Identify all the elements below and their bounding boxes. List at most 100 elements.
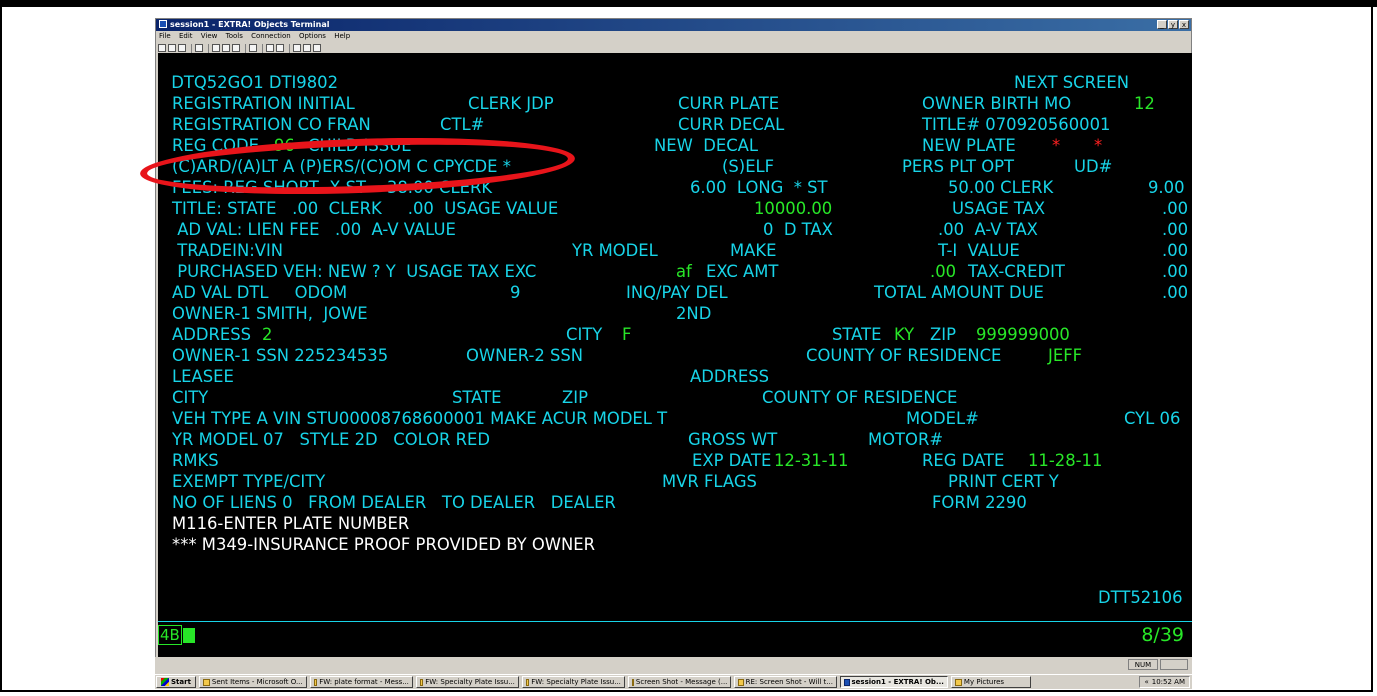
taskbar-item-label: FW: plate format - Mess... <box>319 678 409 686</box>
terminal-row: AD VAL DTL ODOM 9 INQ/PAY DEL TOTAL AMOU… <box>158 283 1192 303</box>
window-controls: _ у x <box>1157 20 1189 29</box>
start-button[interactable]: Start <box>156 676 196 688</box>
field-label: YR MODEL <box>572 241 658 260</box>
field-label: FEES: REG SHORT X ST 38.00 CLERK <box>172 178 493 197</box>
field-label: FORM 2290 <box>932 493 1027 512</box>
field-value[interactable]: 12 <box>1134 94 1155 114</box>
mail-icon <box>202 678 210 686</box>
session-indicator: 4B <box>158 625 182 645</box>
menu-help[interactable]: Help <box>334 32 350 40</box>
field-value[interactable]: F <box>622 325 631 345</box>
terminal-row: DTQ52GO1 DTI9802 NEXT SCREEN <box>158 73 1192 93</box>
field-value[interactable]: * <box>1052 136 1060 156</box>
tray-expand-icon[interactable]: « <box>1144 678 1148 686</box>
field-value[interactable]: 10000.00 <box>754 199 832 219</box>
help-icon[interactable] <box>313 44 321 52</box>
field-label: OWNER-2 SSN <box>466 346 584 365</box>
field-value[interactable]: .00 <box>1162 220 1188 240</box>
field-value[interactable]: .00 <box>1162 283 1188 303</box>
field-label: EXP DATE <box>692 451 772 470</box>
field-value[interactable]: JEFF <box>1048 346 1082 366</box>
close-button[interactable]: x <box>1179 20 1189 29</box>
taskbar-item[interactable]: My Pictures <box>950 676 1031 688</box>
field-label: EXEMPT TYPE/CITY <box>172 472 326 491</box>
mail-icon <box>737 678 744 686</box>
menu-tools[interactable]: Tools <box>226 32 243 40</box>
new-icon[interactable] <box>158 44 166 52</box>
field-label: CURR PLATE <box>678 94 780 113</box>
field-label: LEASEE <box>172 367 234 386</box>
field-value[interactable]: 12-31-11 <box>774 451 848 471</box>
terminal-row: YR MODEL 07 STYLE 2D COLOR RED GROSS WT … <box>158 430 1192 450</box>
cut-icon[interactable] <box>212 44 220 52</box>
clock[interactable]: 10:52 AM <box>1152 678 1185 686</box>
field-label: REG CODE <box>172 136 259 155</box>
field-label: CITY <box>566 325 603 344</box>
terminal-row: NO OF LIENS 0 FROM DEALER TO DEALER DEAL… <box>158 493 1192 513</box>
maximize-button[interactable]: у <box>1168 20 1178 29</box>
menu-options[interactable]: Options <box>299 32 326 40</box>
taskbar-item-active[interactable]: session1 - EXTRA! Ob... <box>839 676 948 688</box>
field-label: 2ND <box>676 304 712 323</box>
field-value[interactable]: 96 <box>274 136 295 156</box>
field-value[interactable]: .00 <box>1162 241 1188 261</box>
terminal-row: DTT52106 <box>158 588 1192 608</box>
field-label: AD VAL: LIEN FEE .00 A-V VALUE <box>172 220 456 239</box>
disconnect-icon[interactable] <box>276 44 284 52</box>
open-icon[interactable] <box>168 44 176 52</box>
field-value[interactable]: 11-28-11 <box>1028 451 1102 471</box>
menu-bar: File Edit View Tools Connection Options … <box>156 31 1191 41</box>
field-label: TRADEIN:VIN <box>172 241 284 260</box>
field-value[interactable]: .00 <box>930 262 956 282</box>
taskbar-item[interactable]: Sent Items - Microsoft O... <box>198 676 307 688</box>
menu-connection[interactable]: Connection <box>251 32 291 40</box>
toolbar-separator <box>245 43 246 53</box>
folder-icon <box>954 678 962 686</box>
field-label: (S)ELF <box>722 157 775 176</box>
field-label: 6.00 LONG * ST <box>690 178 828 197</box>
terminal-row: PURCHASED VEH: NEW ? Y USAGE TAX EXC af … <box>158 262 1192 282</box>
print-icon[interactable] <box>195 44 203 52</box>
field-value[interactable]: * <box>1094 136 1102 156</box>
field-label: AD VAL DTL ODOM <box>172 283 348 302</box>
taskbar-item[interactable]: FW: Specialty Plate Issu... <box>415 676 519 688</box>
terminal-screen[interactable]: DTQ52GO1 DTI9802 NEXT SCREEN REGISTRATIO… <box>158 53 1192 657</box>
taskbar-item[interactable]: Screen Shot - Message (... <box>627 676 731 688</box>
menu-edit[interactable]: Edit <box>179 32 193 40</box>
message-line: M116-ENTER PLATE NUMBER <box>172 514 410 533</box>
next-screen-label: NEXT SCREEN <box>1014 73 1129 92</box>
field-value[interactable]: .00 <box>1162 199 1188 219</box>
connect-icon[interactable] <box>266 44 274 52</box>
taskbar-item[interactable]: FW: Specialty Plate Issu... <box>521 676 625 688</box>
oia-divider <box>158 621 1192 622</box>
field-value[interactable]: .00 <box>1162 262 1188 282</box>
minimize-button[interactable]: _ <box>1157 20 1167 29</box>
save-icon[interactable] <box>178 44 186 52</box>
menu-file[interactable]: File <box>159 32 171 40</box>
cursor-position: 8/39 <box>1141 624 1184 646</box>
field-value[interactable]: 999999000 <box>976 325 1070 345</box>
macro-icon[interactable] <box>293 44 301 52</box>
paste-icon[interactable] <box>232 44 240 52</box>
field-label: CURR DECAL <box>678 115 785 134</box>
field-value[interactable]: 2 <box>262 325 272 345</box>
field-value[interactable]: 9.00 <box>1148 178 1185 198</box>
field-label: .00 A-V TAX <box>938 220 1038 239</box>
field-value[interactable]: KY <box>894 325 914 345</box>
taskbar-item[interactable]: RE: Screen Shot - Will t... <box>733 676 837 688</box>
taskbar-item[interactable]: FW: plate format - Mess... <box>309 676 413 688</box>
menu-view[interactable]: View <box>201 32 218 40</box>
field-label: (C)ARD/(A)LT A (P)ERS/(C)OM C CPYCDE * <box>172 157 511 176</box>
field-value[interactable]: af <box>676 262 692 282</box>
screen-code: DTT52106 <box>1098 588 1183 607</box>
field-label: PURCHASED VEH: NEW ? Y USAGE TAX EXC <box>172 262 537 281</box>
folder-icon[interactable] <box>249 44 257 52</box>
image-icon[interactable] <box>303 44 311 52</box>
field-value[interactable]: 9 <box>510 283 520 303</box>
copy-icon[interactable] <box>222 44 230 52</box>
mail-icon <box>313 678 318 686</box>
field-label: REGISTRATION CO FRAN <box>172 115 371 134</box>
field-label: NO OF LIENS 0 FROM DEALER TO DEALER DEAL… <box>172 493 616 512</box>
field-label: RMKS <box>172 451 219 470</box>
taskbar-item-label: My Pictures <box>963 678 1005 686</box>
